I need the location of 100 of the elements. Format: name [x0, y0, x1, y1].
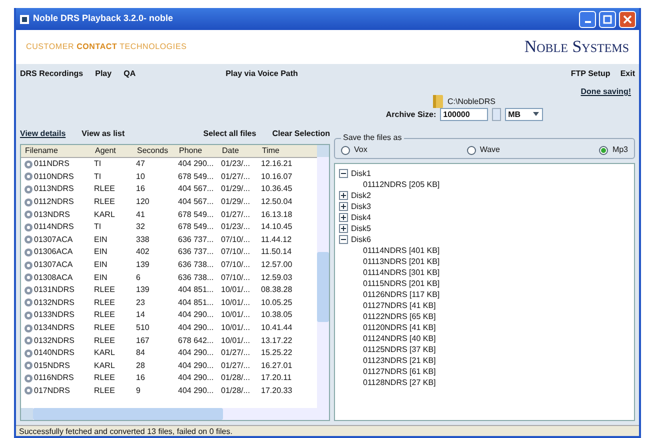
menu-item[interactable]: Play via Voice Path [226, 68, 298, 80]
table-cell: EIN [94, 259, 108, 272]
table-cell: 12.57.00 [261, 259, 292, 272]
radio-label: Mp3 [612, 144, 628, 156]
tree-node[interactable]: Disk1 [351, 168, 372, 180]
collapse-icon[interactable] [339, 235, 348, 244]
table-cell: 0132NDRS [34, 334, 74, 347]
table-cell: 28 [136, 360, 145, 372]
column-header[interactable]: Phone [175, 145, 218, 157]
table-cell: 17.20.33 [261, 384, 292, 397]
table-cell: 16 [136, 372, 145, 384]
table-cell: 404 290... [178, 372, 214, 384]
column-header[interactable]: Agent [91, 145, 133, 157]
table-cell: 07/10/... [221, 246, 250, 258]
menu-item[interactable]: QA [124, 68, 136, 80]
table-cell: TI [94, 221, 102, 234]
table-cell: RLEE [94, 296, 115, 309]
expand-icon[interactable] [339, 213, 348, 222]
table-cell: 01/28/... [221, 384, 250, 397]
table-cell: 10.38.05 [261, 309, 292, 322]
archive-size-field[interactable]: 100000 [440, 108, 488, 121]
tree-leaf[interactable]: 01124NDRS [40 KB] [363, 332, 436, 344]
view-link[interactable]: View as list [82, 128, 125, 140]
close-button[interactable] [619, 10, 636, 28]
tree-node[interactable]: Disk6 [351, 234, 372, 246]
table-cell: RLEE [94, 372, 115, 384]
tree-leaf[interactable]: 01114NDRS [301 KB] [363, 266, 440, 278]
table-cell: EIN [94, 272, 108, 284]
tree-leaf[interactable]: 01126NDRS [117 KB] [363, 288, 440, 300]
tree-leaf[interactable]: 01114NDRS [401 KB] [363, 244, 440, 256]
table-cell: 10.36.45 [261, 183, 292, 196]
table-cell: 01/23/... [221, 221, 250, 234]
tree-leaf[interactable]: 01127NDRS [61 KB] [363, 366, 436, 378]
radio-button[interactable] [466, 146, 476, 154]
table-cell: 47 [136, 158, 145, 170]
menu-item[interactable]: Play [95, 68, 112, 80]
table-cell: 0114NDRS [34, 221, 74, 234]
status-message: Successfully fetched and converted 13 files, failed on 0 files. [16, 425, 639, 436]
collapse-icon[interactable] [339, 169, 348, 178]
table-cell: EIN [94, 234, 108, 246]
group-label: Save the files as [342, 132, 403, 144]
action-link[interactable]: Select all files [203, 128, 256, 140]
table-cell: 01/27/... [221, 208, 250, 221]
folder-icon [433, 94, 444, 108]
tree-node[interactable]: Disk2 [351, 190, 372, 202]
tree-leaf[interactable]: 01127NDRS [41 KB] [363, 300, 436, 312]
table-cell: 0113NDRS [34, 183, 74, 196]
table-cell: 404 851... [178, 284, 214, 296]
column-header[interactable]: Date [218, 145, 258, 157]
expand-icon[interactable] [339, 202, 348, 211]
table-cell: 011NDRS [34, 158, 70, 170]
tree-leaf[interactable]: 01128NDRS [27 KB] [363, 376, 436, 388]
done-saving-link[interactable]: Done saving! [580, 86, 631, 98]
menu-item[interactable]: Exit [620, 68, 635, 80]
table-cell: 013NDRS [34, 208, 70, 221]
menu-item[interactable]: DRS Recordings [20, 68, 84, 80]
unit-dropdown[interactable]: MB [505, 108, 544, 121]
table-cell: RLEE [94, 322, 115, 334]
tree-leaf[interactable]: 01120NDRS [41 KB] [363, 322, 436, 334]
app-icon [19, 14, 30, 24]
table-cell: 678 549... [178, 221, 214, 234]
tree-node[interactable]: Disk5 [351, 222, 372, 234]
table-cell: 636 737... [178, 246, 214, 258]
scrollbar-thumb[interactable] [33, 408, 223, 420]
expand-icon[interactable] [339, 191, 348, 200]
tree-node[interactable]: Disk4 [351, 212, 372, 224]
column-header[interactable]: Seconds [133, 145, 175, 157]
table-cell: 01307ACA [34, 259, 73, 272]
table-cell: 167 [136, 334, 150, 347]
tree-leaf[interactable]: 01113NDRS [201 KB] [363, 256, 440, 268]
view-link[interactable]: View details [20, 128, 66, 140]
maximize-button[interactable] [599, 10, 616, 28]
tree-leaf[interactable]: 01125NDRS [37 KB] [363, 344, 436, 356]
table-cell: 12.50.04 [261, 196, 292, 208]
table-cell: 15.25.22 [261, 347, 292, 360]
tree-leaf[interactable]: 01112NDRS [205 KB] [363, 178, 440, 190]
radio-button[interactable] [341, 146, 350, 154]
table-cell: 10/01/... [221, 284, 250, 296]
table-cell: 404 290... [178, 309, 214, 322]
menu-item[interactable]: FTP Setup [570, 68, 610, 80]
tree-node[interactable]: Disk3 [351, 200, 372, 212]
table-cell: 404 567... [178, 183, 214, 196]
tree-leaf[interactable]: 01115NDRS [201 KB] [363, 278, 440, 290]
table-cell: 10.05.25 [261, 296, 292, 309]
table-cell: 01/29/... [221, 196, 250, 208]
column-header[interactable]: Filename [21, 145, 91, 157]
table-cell: 404 851... [178, 296, 214, 309]
radio-button[interactable] [599, 146, 608, 154]
table-cell: 01/27/... [221, 170, 250, 183]
column-header[interactable]: Time [258, 145, 303, 157]
table-cell: 41 [136, 208, 145, 221]
table-cell: 636 737... [178, 234, 214, 246]
table-cell: RLEE [94, 183, 115, 196]
tree-leaf[interactable]: 01123NDRS [21 KB] [363, 354, 436, 366]
action-link[interactable]: Clear Selection [272, 128, 330, 140]
expand-icon[interactable] [339, 224, 348, 233]
table-cell: 510 [136, 322, 150, 334]
tree-leaf[interactable]: 01122NDRS [65 KB] [363, 310, 436, 322]
scrollbar-thumb[interactable] [317, 252, 329, 322]
minimize-button[interactable] [579, 10, 596, 28]
